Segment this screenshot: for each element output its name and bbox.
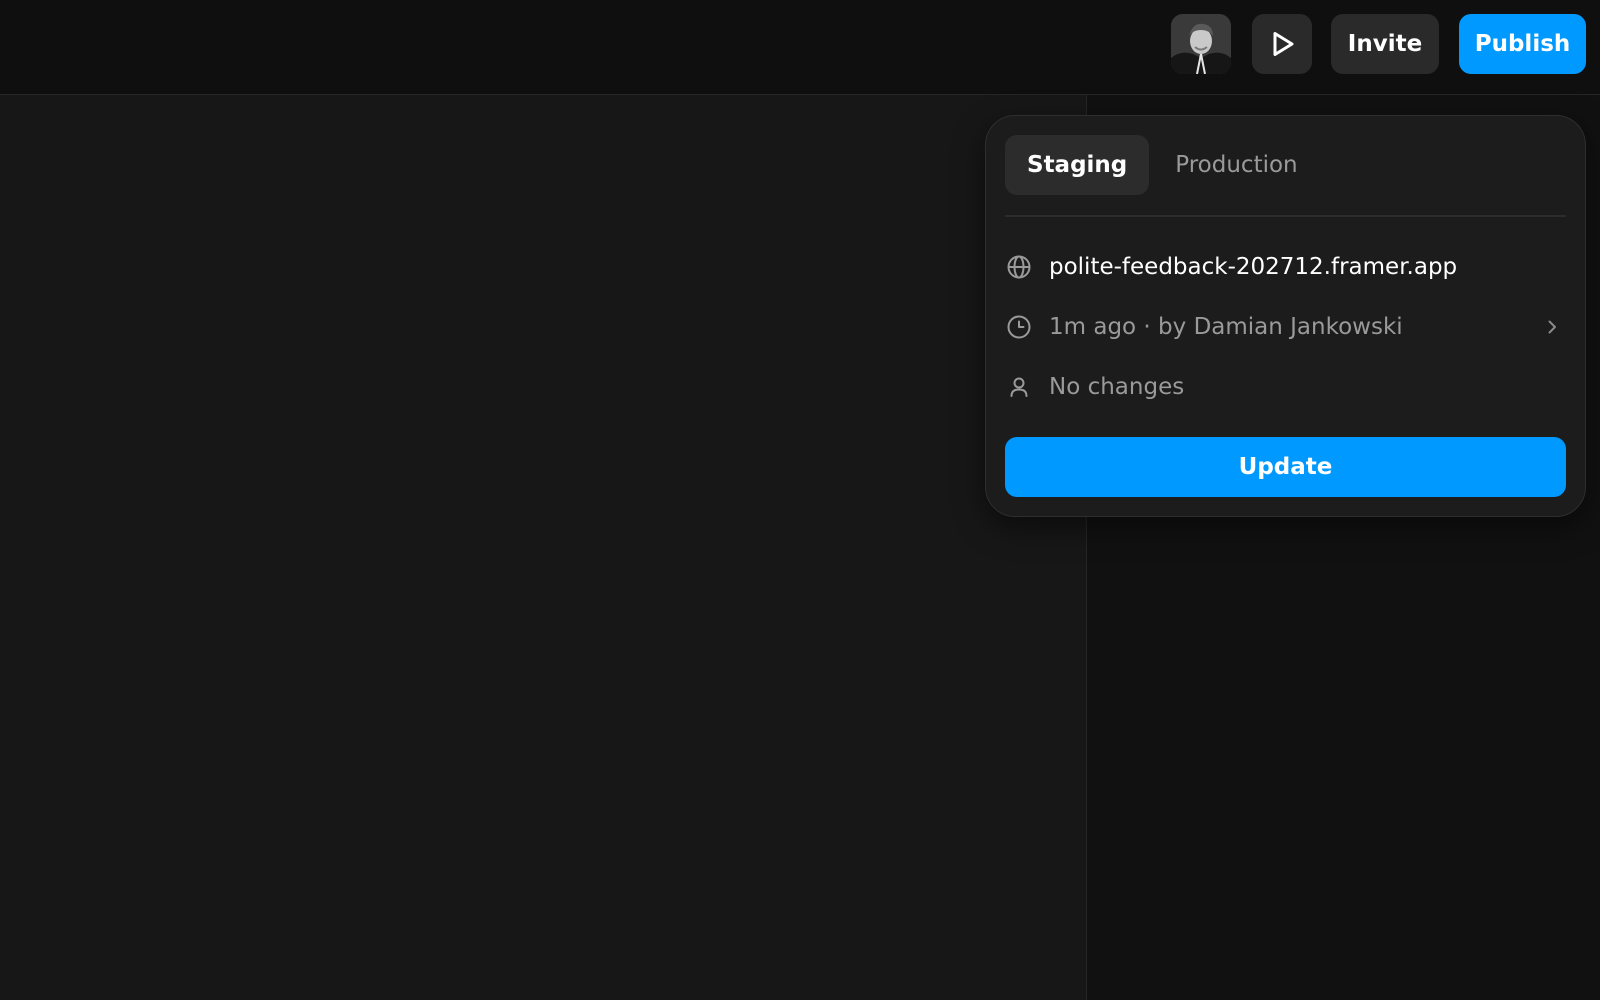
globe-icon [1005,253,1033,281]
last-published-row[interactable]: 1m ago · by Damian Jankowski [1005,307,1566,347]
last-published-text: 1m ago · by Damian Jankowski [1049,314,1403,340]
changes-row: No changes [1005,367,1566,407]
publish-popover: Staging Production polite-feedback-20271… [985,115,1586,517]
divider [1005,215,1566,217]
chevron-right-icon[interactable] [1538,313,1566,341]
play-icon [1273,32,1294,56]
user-avatar[interactable] [1171,14,1231,74]
user-icon [1005,373,1033,401]
publish-button[interactable]: Publish [1459,14,1586,74]
top-toolbar: Invite Publish [0,0,1600,95]
preview-button[interactable] [1252,14,1312,74]
invite-button[interactable]: Invite [1331,14,1439,74]
site-url-text: polite-feedback-202712.framer.app [1049,254,1458,280]
changes-text: No changes [1049,374,1185,400]
clock-icon [1005,313,1033,341]
tab-staging[interactable]: Staging [1005,135,1150,195]
update-button[interactable]: Update [1005,437,1566,497]
environment-tabs: Staging Production [1005,135,1320,195]
avatar-image [1171,14,1231,74]
site-url-row[interactable]: polite-feedback-202712.framer.app [1005,247,1566,287]
tab-production[interactable]: Production [1153,135,1319,195]
design-canvas[interactable] [0,95,1086,1000]
